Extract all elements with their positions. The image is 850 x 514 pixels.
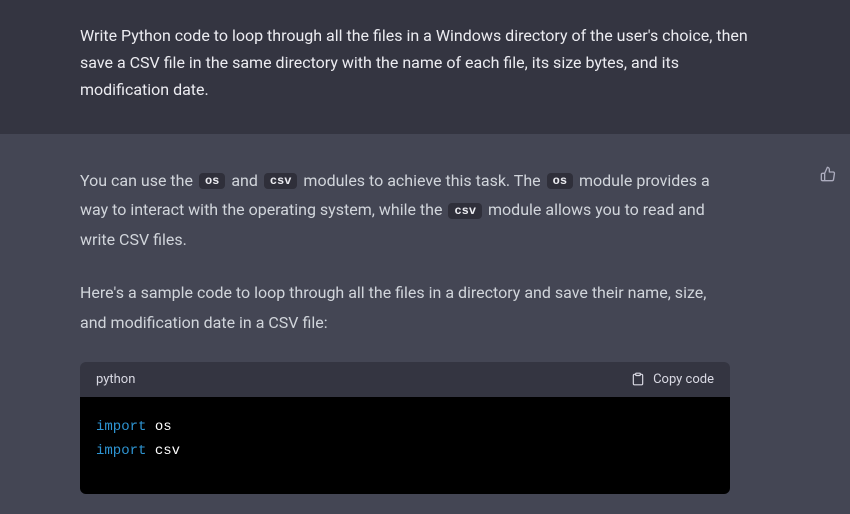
code-keyword: import [96, 419, 146, 435]
text-segment: and [227, 171, 262, 190]
inline-code-os: os [199, 173, 225, 189]
inline-code-csv: csv [448, 203, 482, 219]
user-prompt-text: Write Python code to loop through all th… [80, 22, 770, 104]
code-keyword: import [96, 443, 146, 459]
assistant-content: You can use the os and csv modules to ac… [80, 166, 770, 494]
code-module: csv [155, 443, 180, 459]
copy-code-button[interactable]: Copy code [631, 372, 714, 387]
code-line: import csv [96, 439, 714, 464]
code-header: python Copy code [80, 362, 730, 397]
thumbs-up-icon[interactable] [820, 166, 836, 182]
text-segment: modules to achieve this task. The [299, 171, 544, 190]
assistant-message: You can use the os and csv modules to ac… [0, 134, 850, 514]
code-line: import os [96, 415, 714, 440]
user-message: Write Python code to loop through all th… [0, 0, 850, 134]
copy-code-label: Copy code [653, 372, 714, 387]
code-module: os [155, 419, 172, 435]
clipboard-icon [631, 372, 645, 386]
inline-code-os: os [547, 173, 573, 189]
inline-code-csv: csv [264, 173, 298, 189]
code-block: python Copy code import os import csv [80, 362, 730, 494]
code-body: import os import csv [80, 397, 730, 494]
assistant-paragraph-1: You can use the os and csv modules to ac… [80, 166, 730, 255]
code-language-label: python [96, 372, 135, 387]
text-segment: You can use the [80, 171, 197, 190]
assistant-paragraph-2: Here's a sample code to loop through all… [80, 278, 730, 337]
